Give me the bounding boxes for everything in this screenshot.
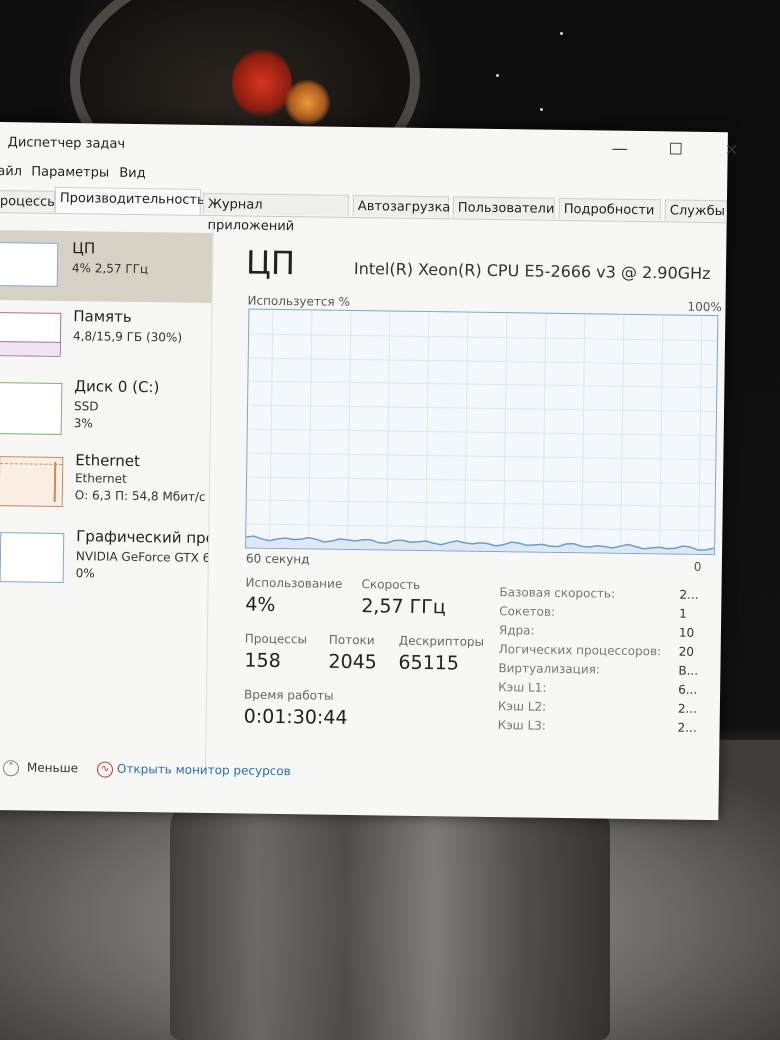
tab-performance[interactable]: Производительность [54,186,205,215]
tab-users[interactable]: Пользователи [452,196,555,219]
chevron-up-icon[interactable]: ˄ [2,760,20,777]
footer-bar: ˄ Меньше ∿ Открыть монитор ресурсов [0,758,719,798]
star [540,108,543,111]
resource-name: Диск 0 (C:) [74,377,160,397]
processes-value: 158 [244,649,281,673]
uptime-value: 0:01:30:44 [243,705,348,729]
spec-value: 1 [679,606,687,621]
usage-value: 4% [245,593,276,616]
spec-value: 10 [678,625,695,640]
resource-list: ЦП 4% 2,57 ГГц Память 4,8/15,9 ГБ (30%) … [0,213,214,777]
spec-value: 6... [678,682,698,697]
spec-label: Базовая скорость: [499,585,616,601]
tab-app-history[interactable]: Журнал приложений [202,192,350,234]
tab-services[interactable]: Службы [664,199,727,222]
menu-file[interactable]: айл [0,164,22,179]
spec-value: 20 [678,644,695,659]
cpu-model: Intel(R) Xeon(R) CPU E5-2666 v3 @ 2.90GH… [353,259,711,283]
maximize-button[interactable]: ☐ [656,137,696,162]
resource-cpu[interactable]: ЦП 4% 2,57 ГГц [0,229,213,304]
detail-title: ЦП [245,243,296,283]
ethernet-mini-graph [0,456,64,507]
resource-name: Память [73,307,132,326]
resource-name: Ethernet [75,451,141,471]
star [560,32,563,35]
spec-value: 2... [677,701,698,716]
gpu-mini-graph [0,532,65,583]
handles-label: Дескрипторы [398,633,485,649]
graph-time-label: 60 секунд [245,551,310,567]
handles-value: 65115 [398,651,460,675]
resource-name: Графический про [76,527,209,548]
resource-ethernet[interactable]: Ethernet Ethernet О: 6,3 П: 54,8 Мбит/с [0,450,209,523]
threads-value: 2045 [328,650,378,674]
graph-min-label: 0 [693,559,702,574]
cpu-usage-graph [245,308,719,556]
tab-startup[interactable]: Автозагрузка [352,194,450,218]
threads-label: Потоки [328,632,375,648]
spec-label: Виртуализация: [498,661,601,677]
spec-label: Кэш L3: [497,718,546,733]
uptime-label: Время работы [243,687,334,703]
tab-details[interactable]: Подробности [558,197,661,221]
processes-label: Процессы [244,631,308,647]
spec-label: Ядра: [498,623,535,638]
resource-memory[interactable]: Память 4,8/15,9 ГБ (30%) [0,306,211,379]
spec-value: 2... [677,720,697,735]
resource-value: 0% [75,566,95,581]
resource-type: SSD [73,399,99,414]
astronaut-legs [170,790,610,1040]
minimize-button[interactable]: — [600,136,640,161]
helmet-reflection [285,80,330,125]
resource-adapter: Ethernet [74,471,127,486]
menu-options[interactable]: Параметры [31,164,109,180]
star [496,74,499,77]
speed-value: 2,57 ГГц [361,595,446,619]
disk-mini-graph [0,382,63,435]
helmet-reflection [232,48,292,118]
cpu-mini-graph [0,242,59,287]
tab-processes[interactable]: роцессы [0,189,58,212]
resource-monitor-icon: ∿ [96,761,114,778]
resource-value: 4,8/15,9 ГБ (30%) [72,329,183,345]
usage-label: Использование [245,575,343,591]
graph-max-label: 100% [687,299,722,315]
spec-label: Логических процессоров: [498,642,662,659]
speed-label: Скорость [361,577,421,592]
resource-value: 4% 2,57 ГГц [71,261,149,277]
resource-name: ЦП [72,239,96,258]
resource-disk[interactable]: Диск 0 (C:) SSD 3% [0,376,210,449]
window-title: Диспетчер задач [7,135,126,152]
spec-value: В... [678,663,699,678]
resource-value: 3% [73,416,93,431]
open-resource-monitor-link[interactable]: Открыть монитор ресурсов [117,762,291,778]
spec-label: Сокетов: [499,604,556,619]
fewer-details-button[interactable]: Меньше [27,760,78,775]
spec-value: 2... [679,587,699,602]
graph-label: Используется % [247,293,351,309]
resource-value: О: 6,3 П: 54,8 Мбит/с [74,488,206,504]
memory-mini-graph [0,312,62,357]
task-manager-window: Диспетчер задач — ☐ ✕ айл Параметры Вид … [0,122,739,821]
resource-model: NVIDIA GeForce GTX 660 [75,549,209,566]
menu-view[interactable]: Вид [119,166,146,181]
spec-label: Кэш L1: [498,680,547,695]
spec-label: Кэш L2: [497,699,547,714]
resource-gpu[interactable]: Графический про NVIDIA GeForce GTX 660 0… [0,526,208,599]
close-button[interactable]: ✕ [712,138,752,163]
